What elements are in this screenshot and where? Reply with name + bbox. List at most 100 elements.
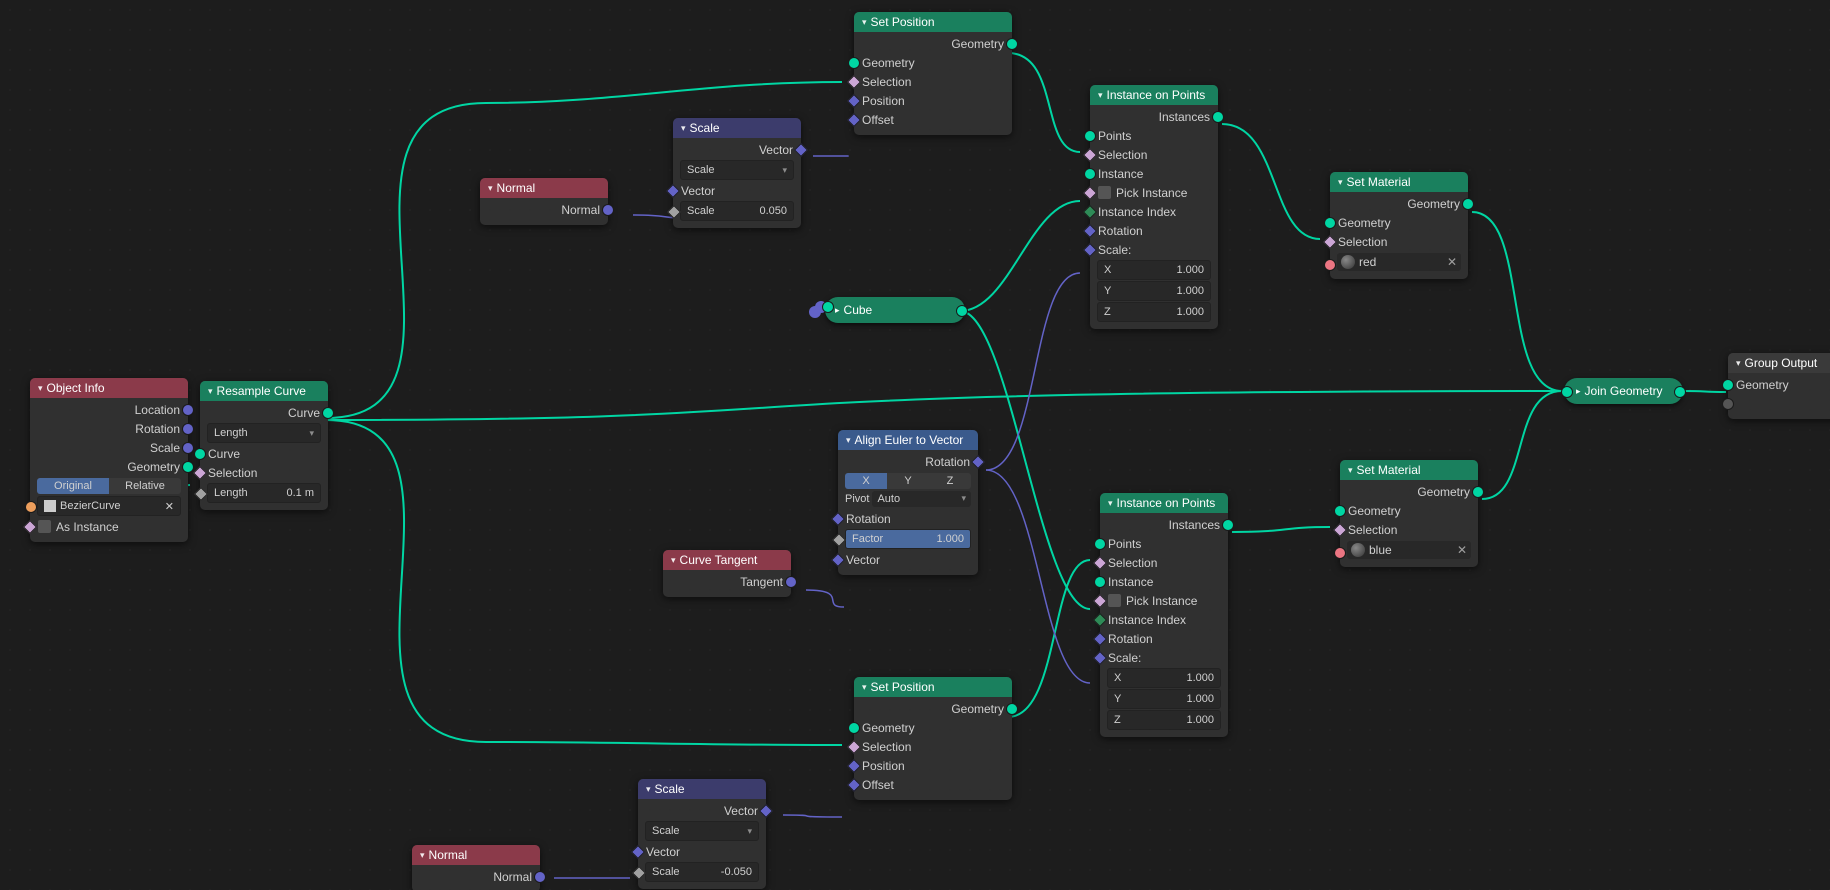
chevron-right-icon: ▸ [835, 305, 840, 316]
node-header[interactable]: ▾Resample Curve [200, 381, 328, 401]
factor-field[interactable]: Factor1.000 [845, 529, 971, 549]
mode-select[interactable]: Length [207, 423, 321, 443]
pivot-select[interactable]: Auto [872, 491, 971, 507]
node-normal-2[interactable]: ▾ Normal Normal [412, 845, 540, 890]
chevron-down-icon: ▾ [420, 850, 425, 861]
node-header[interactable]: ▾Scale [673, 118, 801, 138]
input-index: Instance Index [1108, 613, 1186, 627]
node-object-info[interactable]: ▾Object Info Location Rotation Scale Geo… [30, 378, 188, 542]
close-icon[interactable]: ✕ [1447, 255, 1457, 269]
input-geometry: Geometry [862, 56, 915, 70]
output-location: Location [135, 403, 180, 417]
chevron-down-icon: ▾ [1098, 90, 1103, 101]
input-offset: Offset [862, 778, 894, 792]
pick-instance-check[interactable]: Pick Instance [1116, 186, 1187, 200]
op-select[interactable]: Scale [680, 160, 794, 180]
output-geometry: Geometry [951, 37, 1004, 51]
input-selection: Selection [1098, 148, 1147, 162]
node-title: Normal [429, 848, 468, 862]
chevron-down-icon: ▾ [846, 435, 851, 446]
node-join-geometry[interactable]: ▸ Join Geometry [1564, 378, 1683, 404]
chevron-down-icon: ▾ [38, 383, 43, 394]
pick-instance-check[interactable]: Pick Instance [1126, 594, 1197, 608]
material-icon [1341, 255, 1355, 269]
close-icon[interactable]: ✕ [165, 500, 174, 513]
node-header[interactable]: ▾Scale [638, 779, 766, 799]
node-title: Cube [844, 303, 873, 317]
node-header[interactable]: ▾Instance on Points [1090, 85, 1218, 105]
input-instance: Instance [1098, 167, 1143, 181]
node-set-position-2[interactable]: ▾Set Position Geometry Geometry Selectio… [854, 677, 1012, 800]
node-header[interactable]: ▾ Object Info [30, 378, 188, 398]
node-header[interactable]: ▾Group Output [1728, 353, 1830, 373]
scale-y[interactable]: Y1.000 [1107, 689, 1221, 709]
input-points: Points [1108, 537, 1141, 551]
node-header[interactable]: ▾Instance on Points [1100, 493, 1228, 513]
node-align-euler[interactable]: ▾Align Euler to Vector Rotation XYZ Pivo… [838, 430, 978, 575]
material-picker[interactable]: red✕ [1337, 253, 1461, 271]
input-geometry: Geometry [862, 721, 915, 735]
node-group-output[interactable]: ▾Group Output Geometry [1728, 353, 1830, 419]
scale-field[interactable]: Scale-0.050 [645, 862, 759, 882]
node-header[interactable]: ▾ Normal [412, 845, 540, 865]
input-position: Position [862, 94, 905, 108]
mode-toggle[interactable]: OriginalRelative [37, 478, 181, 494]
node-curve-tangent[interactable]: ▾Curve Tangent Tangent [663, 550, 791, 597]
scale-x[interactable]: X1.000 [1097, 260, 1211, 280]
node-normal-1[interactable]: ▾Normal Normal [480, 178, 608, 225]
output-curve: Curve [288, 406, 320, 420]
node-instance-on-points-2[interactable]: ▾Instance on Points Instances Points Sel… [1100, 493, 1228, 737]
scale-y[interactable]: Y1.000 [1097, 281, 1211, 301]
node-set-material-1[interactable]: ▾Set Material Geometry Geometry Selectio… [1330, 172, 1468, 279]
object-picker[interactable]: BezierCurve✕ [37, 496, 181, 516]
node-resample-curve[interactable]: ▾Resample Curve Curve Length Curve Selec… [200, 381, 328, 510]
node-cube[interactable]: ▸ Cube [825, 297, 965, 323]
node-header[interactable]: ▾Set Material [1330, 172, 1468, 192]
input-scale: Scale: [1098, 243, 1131, 257]
node-set-position-1[interactable]: ▾Set Position Geometry Geometry Selectio… [854, 12, 1012, 135]
output-scale: Scale [150, 441, 180, 455]
scale-z[interactable]: Z1.000 [1097, 302, 1211, 322]
pivot-label: Pivot [845, 493, 869, 505]
node-title: Normal [497, 181, 536, 195]
node-title: Curve Tangent [680, 553, 758, 567]
output-vector: Vector [759, 143, 793, 157]
node-scale-2[interactable]: ▾Scale Vector Scale Vector Scale-0.050 [638, 779, 766, 889]
scale-x[interactable]: X1.000 [1107, 668, 1221, 688]
as-instance-check[interactable]: As Instance [56, 520, 119, 534]
op-select[interactable]: Scale [645, 821, 759, 841]
node-header[interactable]: ▾Set Material [1340, 460, 1478, 480]
node-header[interactable]: ▾Set Position [854, 677, 1012, 697]
chevron-down-icon: ▾ [862, 17, 867, 28]
node-set-material-2[interactable]: ▾Set Material Geometry Geometry Selectio… [1340, 460, 1478, 567]
input-selection: Selection [1338, 235, 1387, 249]
chevron-down-icon: ▾ [1348, 465, 1353, 476]
scale-z[interactable]: Z1.000 [1107, 710, 1221, 730]
output-normal: Normal [493, 870, 532, 884]
node-title: Join Geometry [1585, 384, 1663, 398]
node-header[interactable]: ▾ Curve Tangent [663, 550, 791, 570]
length-field[interactable]: Length0.1 m [207, 483, 321, 503]
input-instance: Instance [1108, 575, 1153, 589]
input-vector: Vector [646, 845, 680, 859]
output-rotation: Rotation [135, 422, 180, 436]
node-scale-1[interactable]: ▾Scale Vector Scale Vector Scale0.050 [673, 118, 801, 228]
input-selection: Selection [1108, 556, 1157, 570]
chevron-down-icon: ▾ [671, 555, 676, 566]
material-picker[interactable]: blue✕ [1347, 541, 1471, 559]
node-header[interactable]: ▾ Set Position [854, 12, 1012, 32]
node-instance-on-points-1[interactable]: ▾Instance on Points Instances Points Sel… [1090, 85, 1218, 329]
node-title: Set Position [871, 15, 935, 29]
scale-field[interactable]: Scale0.050 [680, 201, 794, 221]
node-title: Object Info [47, 381, 105, 395]
axis-toggle[interactable]: XYZ [845, 473, 971, 489]
input-geometry: Geometry [1736, 378, 1789, 392]
input-curve: Curve [208, 447, 240, 461]
node-title: Scale [690, 121, 720, 135]
node-header[interactable]: ▾Align Euler to Vector [838, 430, 978, 450]
material-icon [1351, 543, 1365, 557]
node-header[interactable]: ▾Normal [480, 178, 608, 198]
node-title: Instance on Points [1117, 496, 1216, 510]
close-icon[interactable]: ✕ [1457, 543, 1467, 557]
input-rotation: Rotation [1108, 632, 1153, 646]
